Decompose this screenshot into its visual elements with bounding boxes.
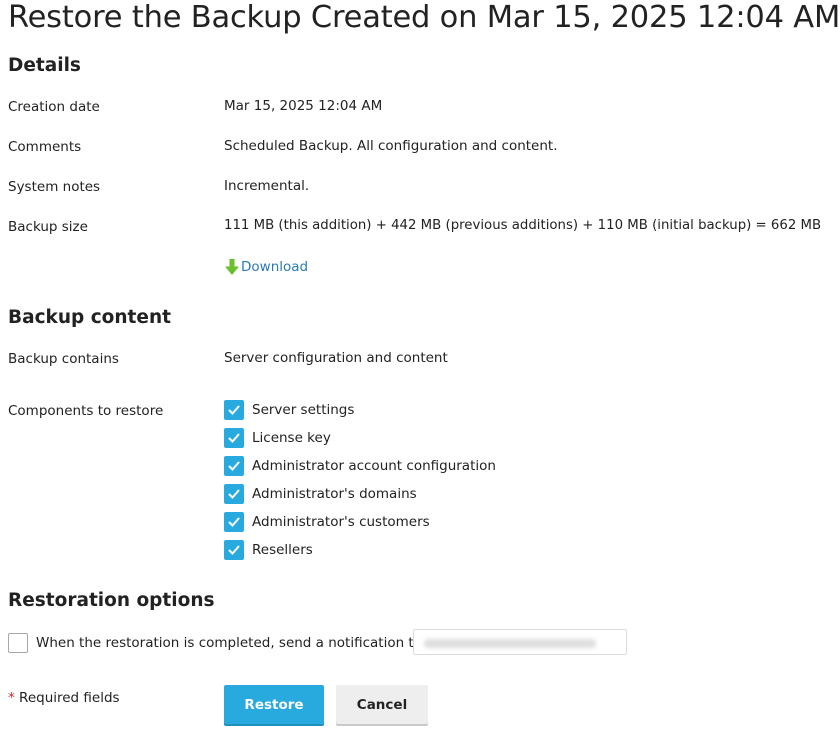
backup-size-label: Backup size [8, 219, 88, 235]
notification-email-input[interactable] [413, 629, 627, 655]
notification-checkbox[interactable] [8, 633, 28, 653]
checkmark-icon [228, 405, 240, 415]
component-label: Server settings [252, 402, 355, 418]
components-list: Server settings License key Administrato… [224, 400, 496, 568]
components-to-restore-label: Components to restore [8, 403, 164, 419]
redacted-email-value [424, 639, 596, 648]
backup-contains-label: Backup contains [8, 351, 119, 367]
checkbox-checked[interactable] [224, 428, 244, 448]
checkbox-checked[interactable] [224, 400, 244, 420]
checkbox-checked[interactable] [224, 512, 244, 532]
notification-label: When the restoration is completed, send … [36, 635, 422, 651]
checkmark-icon [228, 461, 240, 471]
component-label: Resellers [252, 542, 313, 558]
download-label: Download [241, 259, 309, 275]
comments-value: Scheduled Backup. All configuration and … [224, 138, 558, 154]
component-label: License key [252, 430, 331, 446]
backup-content-heading: Backup content [8, 307, 171, 328]
system-notes-value: Incremental. [224, 178, 310, 194]
restoration-options-heading: Restoration options [8, 590, 215, 611]
restore-button[interactable]: Restore [224, 685, 324, 724]
checkbox-checked[interactable] [224, 540, 244, 560]
checkmark-icon [228, 433, 240, 443]
comments-label: Comments [8, 139, 82, 155]
creation-date-value: Mar 15, 2025 12:04 AM [224, 98, 383, 114]
checkbox-checked[interactable] [224, 484, 244, 504]
component-label: Administrator's customers [252, 514, 430, 530]
required-fields-note: * Required fields [8, 690, 120, 706]
component-label: Administrator's domains [252, 486, 417, 502]
component-license-key[interactable]: License key [224, 428, 496, 448]
backup-size-value: 111 MB (this addition) + 442 MB (previou… [224, 218, 822, 233]
details-heading: Details [8, 55, 81, 76]
component-server-settings[interactable]: Server settings [224, 400, 496, 420]
system-notes-label: System notes [8, 179, 101, 195]
required-asterisk: * [8, 690, 15, 706]
component-resellers[interactable]: Resellers [224, 540, 496, 560]
download-link[interactable]: Download [224, 258, 308, 276]
creation-date-label: Creation date [8, 99, 100, 115]
backup-contains-value: Server configuration and content [224, 350, 448, 366]
checkbox-checked[interactable] [224, 456, 244, 476]
component-administrators-domains[interactable]: Administrator's domains [224, 484, 496, 504]
download-arrow-icon [224, 258, 240, 276]
component-label: Administrator account configuration [252, 458, 496, 474]
page-title: Restore the Backup Created on Mar 15, 20… [8, 0, 840, 35]
checkmark-icon [228, 517, 240, 527]
component-administrators-customers[interactable]: Administrator's customers [224, 512, 496, 532]
checkmark-icon [228, 489, 240, 499]
component-administrator-account-configuration[interactable]: Administrator account configuration [224, 456, 496, 476]
cancel-button[interactable]: Cancel [336, 685, 428, 724]
required-fields-text: Required fields [19, 690, 120, 706]
checkmark-icon [228, 545, 240, 555]
